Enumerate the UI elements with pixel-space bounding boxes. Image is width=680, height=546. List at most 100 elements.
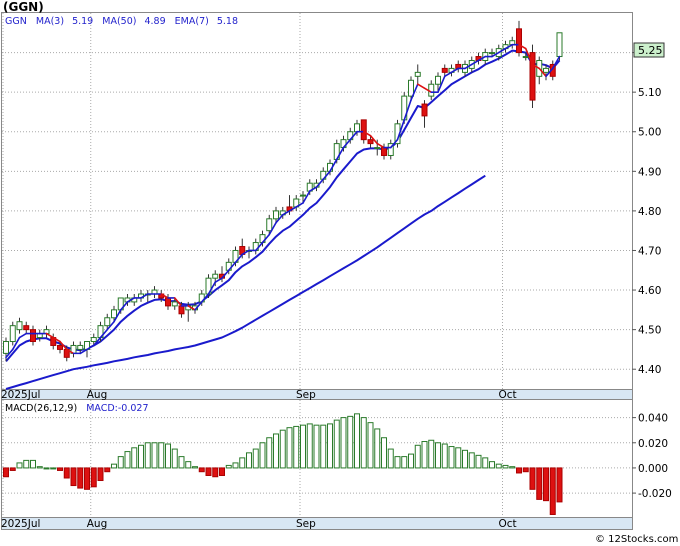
macd-bar-negative (205, 467, 212, 476)
candle-body-up (543, 67, 549, 73)
macd-bar-positive (259, 442, 266, 469)
macd-bar-negative (529, 467, 536, 490)
price-tick-label: 4.90 (638, 166, 661, 178)
candle-body-down (441, 67, 448, 73)
x-tick-label: Oct (499, 389, 517, 401)
macd-bar-positive (333, 419, 340, 469)
price-tick-label: 4.50 (638, 325, 661, 337)
macd-bar-positive (354, 413, 360, 469)
macd-bar-positive (286, 427, 293, 469)
macd-bar-positive (401, 456, 408, 469)
legend-ema7-value: 5.18 (217, 16, 238, 27)
macd-bar-positive (475, 454, 482, 469)
price-tick-label: 4.70 (638, 245, 661, 257)
macd-bar-positive (320, 424, 327, 469)
candle-body-up (171, 301, 178, 307)
macd-bar-positive (232, 462, 239, 469)
macd-bar-positive (435, 442, 441, 469)
macd-bar-positive (313, 424, 320, 469)
macd-bar-positive (360, 417, 367, 469)
legend-ema7-label: EMA(7) (175, 16, 209, 27)
macd-bar-positive (462, 449, 468, 469)
macd-bar-positive (246, 452, 252, 469)
macd-bar-positive (367, 422, 374, 469)
candle-body-down (57, 344, 63, 350)
candle-body-down (360, 119, 367, 141)
macd-tick-label: 0.040 (638, 413, 668, 425)
macd-bar-negative (9, 467, 16, 471)
candle-body-up (90, 337, 97, 343)
candle-body-down (367, 139, 374, 145)
macd-bar-negative (219, 467, 225, 476)
macd-bar-positive (387, 448, 394, 469)
x-tick-label: 2025Jul (1, 518, 40, 530)
macd-bar-positive (117, 456, 124, 469)
last-price-label: 5.25 (638, 44, 663, 57)
x-tick-label: Aug (87, 389, 108, 401)
candle-body-up (408, 79, 414, 97)
macd-bar-positive (273, 433, 279, 469)
candle-body-up (16, 321, 23, 331)
candle-body-up (428, 83, 435, 97)
macd-bar-positive (381, 437, 387, 469)
stock-chart: 5.205.105.004.904.804.704.604.504.40 0.0… (1, 0, 678, 545)
macd-bar-positive (239, 457, 246, 469)
credit-text: © 12Stocks.com (595, 534, 678, 545)
macd-bar-positive (394, 456, 401, 469)
candle-body-down (421, 103, 428, 117)
x-tick-label: 2025Jul (1, 389, 40, 401)
macd-bar-negative (522, 467, 529, 473)
macd-tick-label: 0.000 (638, 463, 668, 475)
macd-bar-positive (144, 442, 151, 469)
macd-bar-negative (84, 467, 90, 490)
macd-bar-positive (482, 457, 489, 469)
macd-bar-negative (57, 467, 63, 471)
candle-body-down (23, 325, 30, 331)
macd-bar-positive (185, 461, 192, 469)
candle-body-up (3, 341, 9, 354)
macd-bar-negative (70, 467, 77, 487)
macd-bar-positive (489, 461, 495, 469)
candle-body-up (77, 344, 84, 350)
legend-ma50-label: MA(50) (102, 16, 136, 27)
macd-bar-positive (151, 442, 158, 469)
macd-tick-label: 0.020 (638, 438, 668, 450)
macd-bar-negative (516, 467, 522, 474)
macd-bar-positive (266, 437, 273, 469)
macd-bar-positive (124, 451, 131, 469)
macd-label: MACD(26,12,9) (5, 403, 77, 414)
macd-bar-positive (36, 466, 43, 469)
macd-bar-positive (30, 459, 36, 469)
macd-bar-positive (374, 428, 381, 469)
macd-bar-positive (428, 439, 435, 469)
candle-body-up (556, 32, 563, 58)
macd-bar-positive (165, 443, 171, 469)
macd-bar-negative (97, 467, 104, 482)
candle (9, 321, 16, 346)
macd-bar-negative (3, 467, 9, 478)
macd-bar-negative (536, 467, 543, 500)
macd-bar-positive (16, 462, 23, 469)
macd-bar-positive (509, 466, 516, 469)
candle-body-up (266, 218, 273, 232)
macd-bar-positive (327, 423, 333, 469)
macd-bar-negative (543, 467, 549, 502)
legend-ma3-value: 5.19 (72, 16, 93, 27)
macd-bar-positive (43, 467, 50, 470)
macd-bar-positive (300, 424, 306, 469)
macd-bar-positive (50, 467, 57, 470)
candle-body-up (273, 210, 279, 220)
x-tick-label: Aug (87, 518, 108, 530)
macd-bar-negative (63, 467, 70, 479)
macd-bar-positive (441, 443, 448, 469)
price-tick-label: 5.00 (638, 127, 661, 139)
price-tick-label: 4.40 (638, 364, 661, 376)
candle-body-up (354, 123, 360, 133)
x-tick-label: Sep (296, 518, 316, 530)
macd-value-label: MACD:-0.027 (86, 403, 148, 414)
macd-y-axis: 0.040 0.020 0.000 -0.020 (632, 413, 672, 500)
legend-symbol: GGN (5, 16, 27, 27)
candle-body-down (381, 147, 387, 156)
macd-bar-negative (104, 467, 111, 473)
macd-bar-negative (90, 467, 97, 488)
